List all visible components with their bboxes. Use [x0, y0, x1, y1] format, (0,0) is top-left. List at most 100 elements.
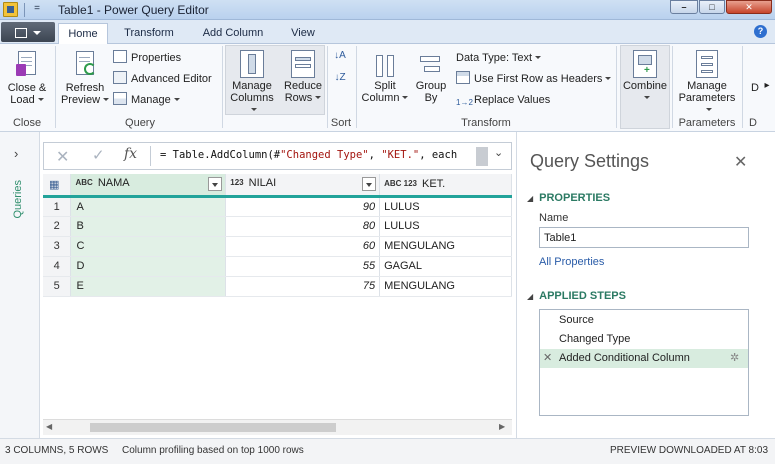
- table-row[interactable]: 3 C 60 MENGULANG: [43, 236, 512, 257]
- step-source[interactable]: Source: [540, 311, 748, 330]
- tab-view[interactable]: View: [282, 23, 324, 45]
- minimize-button[interactable]: –: [670, 0, 698, 14]
- maximize-icon: □: [709, 2, 715, 12]
- maximize-button[interactable]: □: [699, 0, 725, 14]
- formula-suffix: , each: [419, 149, 458, 161]
- manage-columns-button[interactable]: Manage Columns: [227, 50, 277, 116]
- chevron-down-icon: [37, 98, 44, 101]
- step-added-conditional-column[interactable]: ✕ Added Conditional Column ✲: [540, 349, 748, 368]
- ribbon-scroll-right-icon[interactable]: ▸: [761, 80, 773, 92]
- cell-nilai[interactable]: 80: [225, 216, 381, 237]
- table-row[interactable]: 2 B 80 LULUS: [43, 216, 512, 237]
- chevron-down-icon: [535, 56, 542, 59]
- step-settings-gear-icon[interactable]: ✲: [730, 349, 739, 368]
- group-label-close: Close: [12, 117, 42, 129]
- table-menu-icon[interactable]: ▦: [43, 174, 72, 198]
- close-query-settings-icon[interactable]: ✕: [734, 152, 747, 172]
- table-row[interactable]: 5 E 75 MENGULANG: [43, 276, 512, 297]
- data-sources-button[interactable]: D: [748, 82, 762, 94]
- split-column-label-2: Column: [361, 92, 400, 104]
- use-first-row-as-headers-button[interactable]: Use First Row as Headers: [456, 71, 612, 88]
- cell-nilai[interactable]: 75: [225, 276, 381, 297]
- combine-label: Combine: [622, 80, 668, 92]
- chevron-down-icon: [103, 98, 110, 101]
- manage-parameters-button[interactable]: Manage Parameters: [675, 50, 739, 116]
- tab-add-column[interactable]: Add Column: [192, 23, 274, 45]
- cell-ket[interactable]: GAGAL: [379, 256, 512, 277]
- replace-values-label: Replace Values: [474, 94, 551, 106]
- formula-string-1: "Changed Type": [280, 149, 369, 161]
- expand-formula-icon[interactable]: ⌄: [494, 146, 503, 159]
- close-window-button[interactable]: ✕: [726, 0, 772, 14]
- delete-step-icon[interactable]: ✕: [543, 349, 552, 368]
- table-row[interactable]: 4 D 55 GAGAL: [43, 256, 512, 277]
- table-headers-icon: [456, 71, 470, 84]
- commit-formula-icon[interactable]: ✓: [92, 146, 105, 164]
- manage-parameters-label-2: Parameters: [678, 92, 736, 104]
- queries-pane-label[interactable]: Queries: [12, 180, 24, 219]
- cell-nama[interactable]: A: [70, 196, 227, 217]
- applied-steps-section-header[interactable]: ◢ APPLIED STEPS: [527, 290, 626, 302]
- number-type-icon[interactable]: 123: [230, 179, 243, 187]
- column-header-nilai[interactable]: 123 NILAI: [225, 174, 381, 198]
- horizontal-scrollbar[interactable]: ◀ ▶: [43, 419, 512, 435]
- cell-ket[interactable]: MENGULANG: [379, 276, 512, 297]
- cell-ket[interactable]: MENGULANG: [379, 236, 512, 257]
- cell-nama[interactable]: C: [70, 236, 227, 257]
- split-column-label-1: Split: [374, 80, 396, 92]
- any-type-icon[interactable]: ABC 123: [384, 180, 417, 188]
- manage-button[interactable]: Manage: [113, 92, 180, 109]
- scroll-left-icon[interactable]: ◀: [46, 422, 52, 431]
- filter-dropdown-icon[interactable]: [362, 177, 377, 192]
- combine-button[interactable]: + Combine: [620, 50, 670, 104]
- cell-nilai[interactable]: 60: [225, 236, 381, 257]
- formula-input[interactable]: = Table.AddColumn(#"Changed Type", "KET.…: [160, 149, 457, 161]
- reduce-rows-label-2: Rows: [284, 92, 313, 104]
- advanced-editor-icon: [113, 71, 127, 84]
- group-separator: [672, 46, 673, 128]
- title-separator: [24, 3, 25, 17]
- expand-queries-icon[interactable]: ›: [14, 146, 18, 161]
- group-by-button[interactable]: Group By: [412, 50, 450, 104]
- properties-button[interactable]: Properties: [113, 50, 181, 67]
- cancel-formula-icon[interactable]: ✕: [56, 147, 69, 167]
- properties-section-header[interactable]: ◢ PROPERTIES: [527, 192, 610, 204]
- formula-scroll-thumb[interactable]: [476, 147, 488, 166]
- table-row[interactable]: 1 A 90 LULUS: [43, 196, 512, 217]
- text-type-icon[interactable]: ABC: [75, 179, 92, 187]
- ribbon: Close & Load Close Refresh Preview Prope…: [0, 44, 775, 132]
- cell-nilai[interactable]: 55: [225, 256, 381, 277]
- reduce-rows-button[interactable]: Reduce Rows: [281, 50, 325, 104]
- sort-ascending-button[interactable]: ↓A: [330, 50, 350, 62]
- split-column-button[interactable]: Split Column: [360, 50, 410, 104]
- refresh-preview-button[interactable]: Refresh Preview: [60, 50, 110, 106]
- cell-ket[interactable]: LULUS: [379, 216, 512, 237]
- cell-ket[interactable]: LULUS: [379, 196, 512, 217]
- tab-home[interactable]: Home: [58, 23, 108, 45]
- quick-access-menu-icon[interactable]: =: [30, 1, 44, 17]
- all-properties-link[interactable]: All Properties: [539, 256, 604, 268]
- sort-descending-button[interactable]: ↓Z: [330, 72, 350, 84]
- column-header-ket[interactable]: ABC 123 KET.: [379, 174, 512, 198]
- scroll-right-icon[interactable]: ▶: [499, 422, 505, 431]
- properties-icon: [113, 50, 127, 63]
- replace-values-button[interactable]: 1→2Replace Values: [456, 92, 550, 109]
- cell-nilai[interactable]: 90: [225, 196, 381, 217]
- step-changed-type[interactable]: Changed Type: [540, 330, 748, 349]
- column-header-nama[interactable]: ABC NAMA: [70, 174, 227, 198]
- advanced-editor-button[interactable]: Advanced Editor: [113, 71, 212, 88]
- group-separator: [356, 46, 357, 128]
- tab-transform[interactable]: Transform: [114, 23, 184, 45]
- cell-nama[interactable]: D: [70, 256, 227, 277]
- data-type-dropdown[interactable]: Data Type: Text: [456, 50, 542, 67]
- filter-dropdown-icon[interactable]: [208, 177, 223, 192]
- help-icon[interactable]: ?: [754, 25, 767, 38]
- fx-icon[interactable]: fx: [124, 146, 137, 162]
- cell-nama[interactable]: E: [70, 276, 227, 297]
- scrollbar-thumb[interactable]: [90, 423, 336, 432]
- file-menu-button[interactable]: [1, 22, 55, 42]
- cell-nama[interactable]: B: [70, 216, 227, 237]
- refresh-label-1: Refresh: [65, 82, 105, 94]
- close-and-load-button[interactable]: Close & Load: [4, 50, 50, 106]
- query-name-input[interactable]: [539, 227, 749, 248]
